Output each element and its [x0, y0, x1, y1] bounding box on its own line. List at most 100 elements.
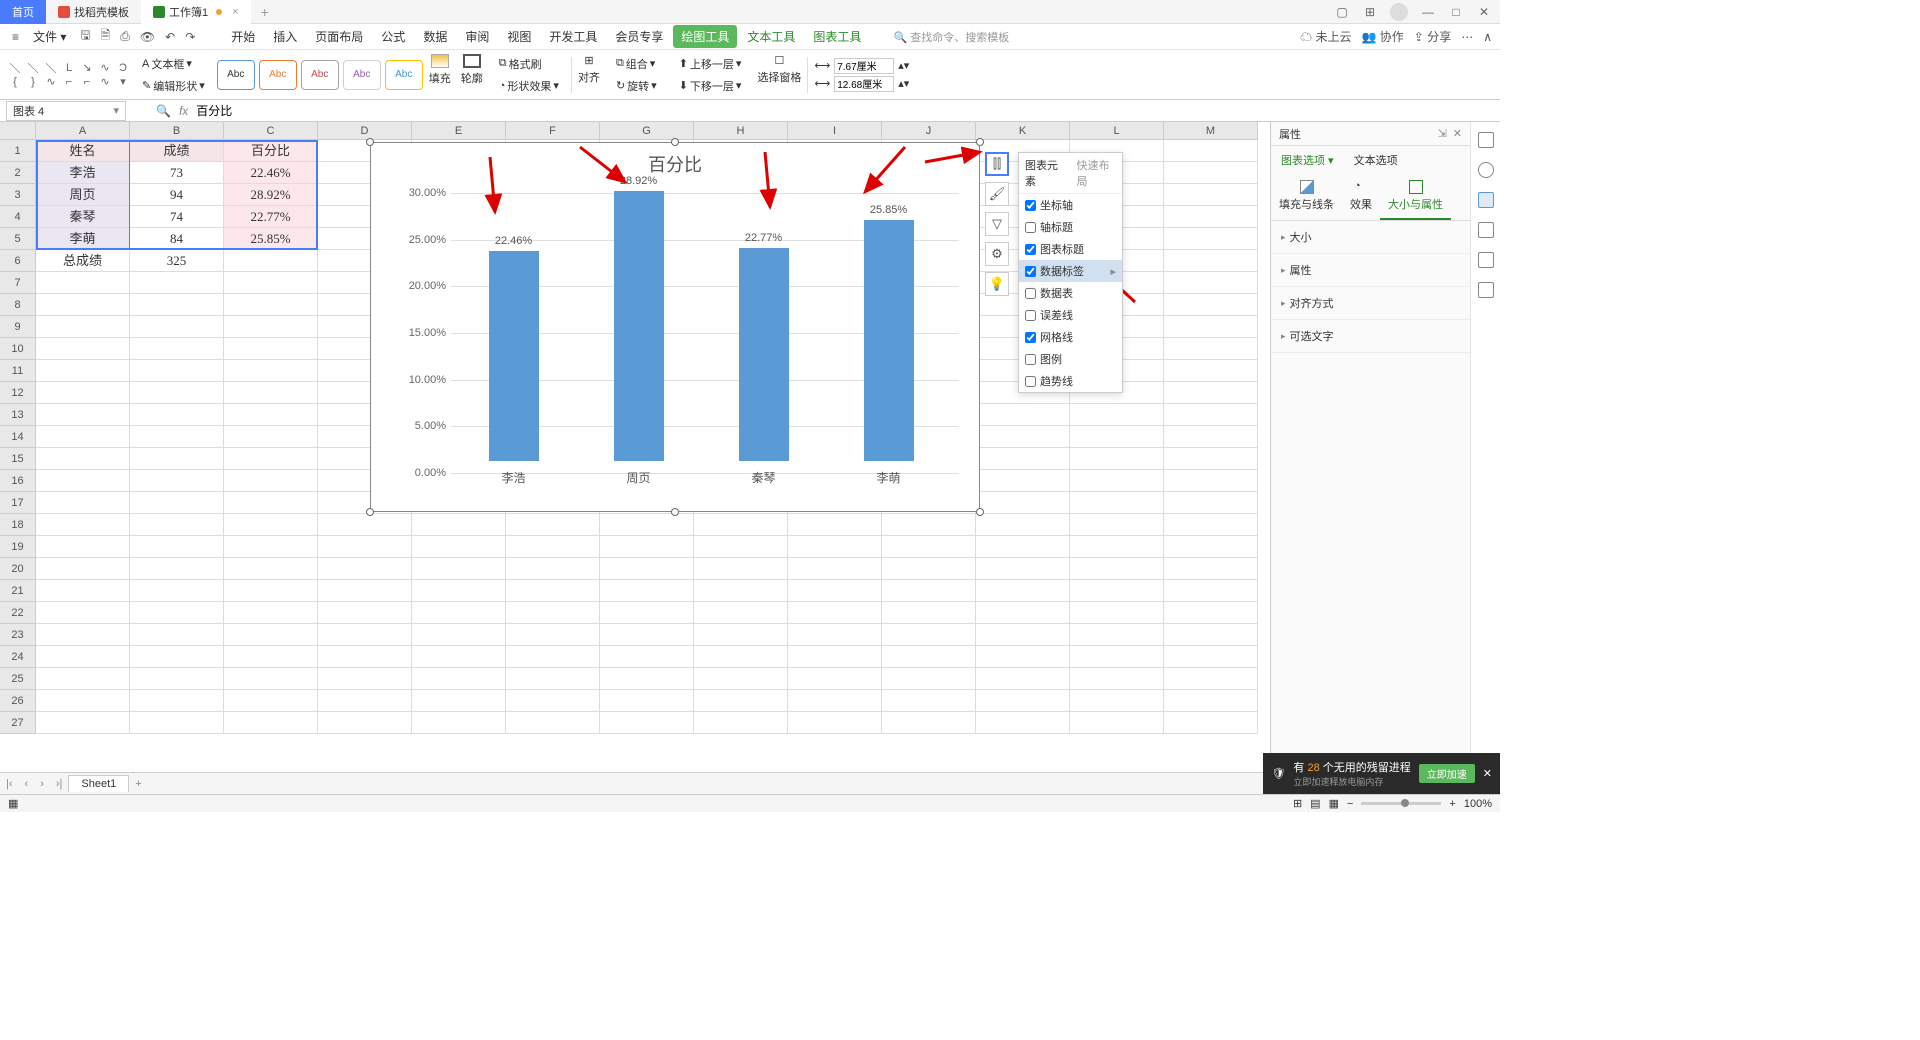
cell[interactable]: [1164, 470, 1258, 492]
cell[interactable]: [694, 602, 788, 624]
cell[interactable]: [130, 668, 224, 690]
view-break-icon[interactable]: ▦: [1329, 797, 1339, 810]
cell[interactable]: [788, 602, 882, 624]
cell[interactable]: [788, 558, 882, 580]
row-header[interactable]: 15: [0, 448, 36, 470]
checkbox[interactable]: [1025, 200, 1036, 211]
cell[interactable]: [1164, 294, 1258, 316]
row-header[interactable]: 13: [0, 404, 36, 426]
cell[interactable]: [600, 602, 694, 624]
row-header[interactable]: 4: [0, 206, 36, 228]
chart-element-option[interactable]: 误差线: [1019, 304, 1122, 326]
cell[interactable]: [224, 558, 318, 580]
row-header[interactable]: 5: [0, 228, 36, 250]
row-header[interactable]: 20: [0, 558, 36, 580]
cell[interactable]: [1164, 558, 1258, 580]
cell[interactable]: [1164, 184, 1258, 206]
cell[interactable]: [36, 514, 130, 536]
menu-review[interactable]: 审阅: [457, 26, 497, 47]
cell[interactable]: 74: [130, 206, 224, 228]
cell[interactable]: 22.77%: [224, 206, 318, 228]
chart-element-option[interactable]: 图表标题: [1019, 238, 1122, 260]
cell[interactable]: [600, 712, 694, 734]
menu-chart-tools[interactable]: 图表工具: [805, 26, 869, 47]
cell[interactable]: [882, 624, 976, 646]
textbox-button[interactable]: A 文本框 ▾: [136, 54, 211, 74]
close-icon[interactable]: ×: [232, 6, 238, 18]
user-avatar-icon[interactable]: [1390, 3, 1408, 21]
cell[interactable]: [1070, 668, 1164, 690]
apps-icon[interactable]: ⊞: [1362, 4, 1378, 20]
style-gallery[interactable]: Abc Abc Abc Abc Abc: [217, 60, 423, 90]
cell[interactable]: 84: [130, 228, 224, 250]
cell[interactable]: [882, 712, 976, 734]
cell[interactable]: [130, 536, 224, 558]
cell[interactable]: [506, 624, 600, 646]
menu-insert[interactable]: 插入: [265, 26, 305, 47]
chart-title[interactable]: 百分比: [371, 143, 979, 177]
cell[interactable]: [36, 272, 130, 294]
notif-action-button[interactable]: 立即加速: [1419, 764, 1475, 783]
bar[interactable]: [864, 220, 914, 461]
cell[interactable]: [976, 426, 1070, 448]
shape-effect-button[interactable]: ◔ 形状效果 ▾: [493, 76, 565, 96]
name-box[interactable]: 图表 4▾: [6, 101, 126, 121]
cell[interactable]: [318, 602, 412, 624]
row-header[interactable]: 2: [0, 162, 36, 184]
cell[interactable]: [788, 514, 882, 536]
cell[interactable]: [130, 382, 224, 404]
cell[interactable]: 94: [130, 184, 224, 206]
cell[interactable]: [130, 690, 224, 712]
cell[interactable]: [1164, 690, 1258, 712]
sidebar-icon-4[interactable]: [1478, 222, 1494, 238]
checkbox[interactable]: [1025, 310, 1036, 321]
cell[interactable]: [224, 492, 318, 514]
cell[interactable]: 25.85%: [224, 228, 318, 250]
view-normal-icon[interactable]: ⊞: [1293, 797, 1302, 810]
sidebar-settings-icon[interactable]: [1478, 192, 1494, 208]
cell[interactable]: [600, 668, 694, 690]
cloud-status[interactable]: ☁ 未上云: [1300, 28, 1351, 45]
tab-workbook[interactable]: 工作簿1 ×: [141, 0, 251, 24]
cell[interactable]: [130, 272, 224, 294]
cell[interactable]: [788, 624, 882, 646]
cell[interactable]: [130, 294, 224, 316]
cell[interactable]: [130, 492, 224, 514]
chart-elements-button[interactable]: ⫿⫿: [985, 152, 1009, 176]
cell[interactable]: [600, 624, 694, 646]
cell[interactable]: [506, 712, 600, 734]
edit-shape-button[interactable]: ✎ 编辑形状 ▾: [136, 76, 211, 96]
cell[interactable]: [1164, 646, 1258, 668]
row-header[interactable]: 17: [0, 492, 36, 514]
cell[interactable]: [1164, 624, 1258, 646]
cell[interactable]: [36, 624, 130, 646]
notif-close-icon[interactable]: ✕: [1483, 767, 1492, 780]
cell[interactable]: [224, 316, 318, 338]
cell[interactable]: [1070, 712, 1164, 734]
cell[interactable]: [1164, 712, 1258, 734]
height-input[interactable]: [834, 58, 894, 74]
cell[interactable]: [1070, 690, 1164, 712]
cell[interactable]: [976, 646, 1070, 668]
cell[interactable]: [412, 646, 506, 668]
save-icon[interactable]: 🖫: [76, 24, 94, 49]
cell[interactable]: [694, 624, 788, 646]
cell[interactable]: [882, 668, 976, 690]
close-button[interactable]: ✕: [1476, 4, 1492, 20]
cell[interactable]: [1164, 426, 1258, 448]
sheet-tab-1[interactable]: Sheet1: [68, 775, 129, 792]
cell[interactable]: [882, 602, 976, 624]
cell[interactable]: 百分比: [224, 140, 318, 162]
col-header[interactable]: M: [1164, 122, 1258, 140]
col-header[interactable]: F: [506, 122, 600, 140]
cell[interactable]: [1070, 646, 1164, 668]
cell[interactable]: [600, 580, 694, 602]
menu-drawing-tools[interactable]: 绘图工具: [673, 25, 737, 48]
cell[interactable]: [976, 580, 1070, 602]
prop-tab-fill[interactable]: 填充与线条: [1271, 174, 1342, 220]
checkbox[interactable]: [1025, 244, 1036, 255]
row-header[interactable]: 21: [0, 580, 36, 602]
cell[interactable]: [1164, 360, 1258, 382]
cell[interactable]: [506, 558, 600, 580]
col-header[interactable]: A: [36, 122, 130, 140]
